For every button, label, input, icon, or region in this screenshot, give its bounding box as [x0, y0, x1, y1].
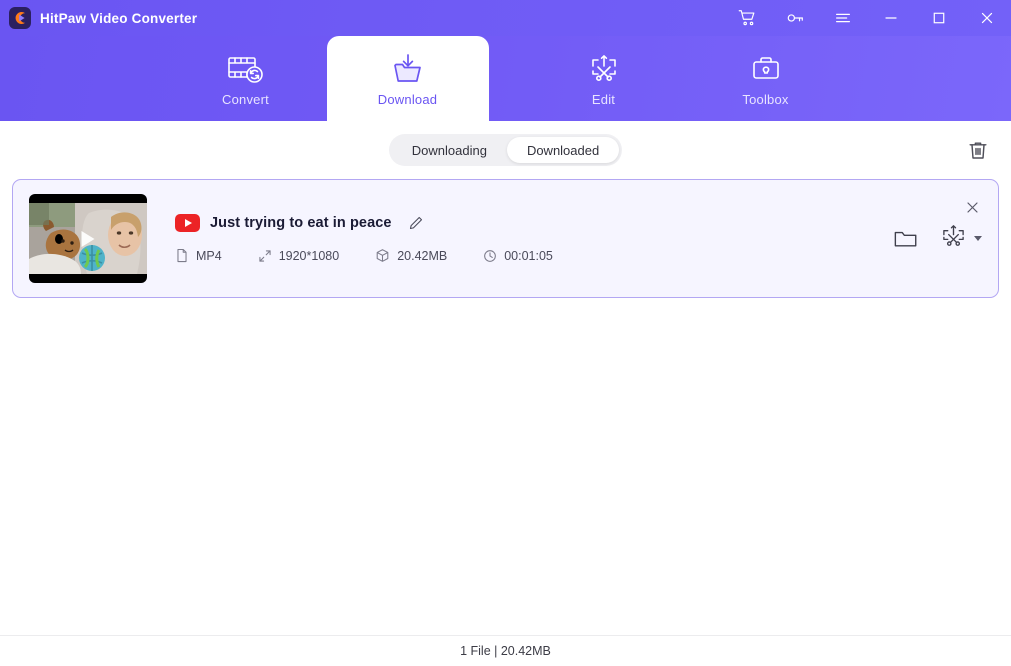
- tab-download[interactable]: Download: [326, 36, 489, 121]
- duration-icon: [483, 249, 497, 263]
- edit-icon: [585, 50, 623, 88]
- meta-size-value: 20.42MB: [397, 248, 448, 263]
- download-state-toggle: Downloading Downloaded: [388, 134, 623, 166]
- convert-icon: [225, 50, 267, 88]
- file-actions: [893, 224, 982, 254]
- meta-resolution-value: 1920*1080: [278, 248, 340, 263]
- tab-edit-label: Edit: [591, 92, 616, 107]
- meta-duration: 00:01:05: [483, 249, 553, 263]
- tab-toolbox[interactable]: Toolbox: [685, 36, 847, 121]
- remove-file-icon[interactable]: [965, 200, 980, 215]
- key-icon[interactable]: [771, 0, 819, 36]
- file-title: Just trying to eat in peace: [210, 215, 392, 231]
- cart-icon[interactable]: [723, 0, 771, 36]
- meta-duration-value: 00:01:05: [504, 248, 553, 263]
- tab-convert-label: Convert: [222, 92, 269, 107]
- tab-downloading[interactable]: Downloading: [392, 137, 507, 163]
- resolution-icon: [258, 249, 272, 263]
- size-icon: [375, 248, 390, 263]
- sub-toolbar: Downloading Downloaded: [0, 121, 1011, 179]
- tab-toolbox-label: Toolbox: [742, 92, 789, 107]
- edit-video-action[interactable]: [940, 224, 982, 254]
- close-icon[interactable]: [963, 0, 1011, 36]
- meta-format: MP4: [175, 248, 222, 263]
- trash-icon[interactable]: [963, 135, 993, 165]
- tab-edit[interactable]: Edit: [523, 36, 685, 121]
- file-icon: [175, 248, 189, 263]
- menu-icon[interactable]: [819, 0, 867, 36]
- main-nav: Convert Download Edit Toolbox: [0, 36, 1011, 121]
- tab-downloaded[interactable]: Downloaded: [506, 137, 620, 163]
- play-icon: [81, 230, 95, 247]
- maximize-icon[interactable]: [915, 0, 963, 36]
- pencil-icon[interactable]: [408, 215, 424, 231]
- file-meta-row: MP4 1920*1080 20.42MB 00:01:05: [175, 248, 553, 263]
- tab-convert[interactable]: Convert: [165, 36, 327, 121]
- downloaded-list: Just trying to eat in peace MP4 1920*108…: [0, 179, 1011, 635]
- folder-icon[interactable]: [893, 228, 918, 250]
- status-bar: 1 File | 20.42MB: [0, 635, 1011, 666]
- title-bar: HitPaw Video Converter: [0, 0, 1011, 36]
- chevron-down-icon[interactable]: [974, 236, 982, 241]
- meta-format-value: MP4: [196, 248, 222, 263]
- toolbox-icon: [747, 50, 785, 88]
- status-summary: 1 File | 20.42MB: [460, 644, 551, 658]
- hitpaw-logo-icon: [9, 7, 31, 29]
- minimize-icon[interactable]: [867, 0, 915, 36]
- video-thumbnail[interactable]: [29, 194, 147, 283]
- window-controls: [723, 0, 1011, 36]
- file-title-row: Just trying to eat in peace: [175, 214, 553, 232]
- file-card[interactable]: Just trying to eat in peace MP4 1920*108…: [12, 179, 999, 298]
- app-title: HitPaw Video Converter: [40, 10, 198, 26]
- youtube-icon: [175, 214, 200, 232]
- edit-video-icon: [940, 224, 967, 254]
- meta-size: 20.42MB: [375, 248, 447, 263]
- download-icon: [389, 50, 427, 88]
- file-info: Just trying to eat in peace MP4 1920*108…: [175, 214, 553, 263]
- app-brand: HitPaw Video Converter: [0, 7, 197, 29]
- tab-download-label: Download: [377, 92, 438, 107]
- meta-resolution: 1920*1080: [258, 249, 339, 263]
